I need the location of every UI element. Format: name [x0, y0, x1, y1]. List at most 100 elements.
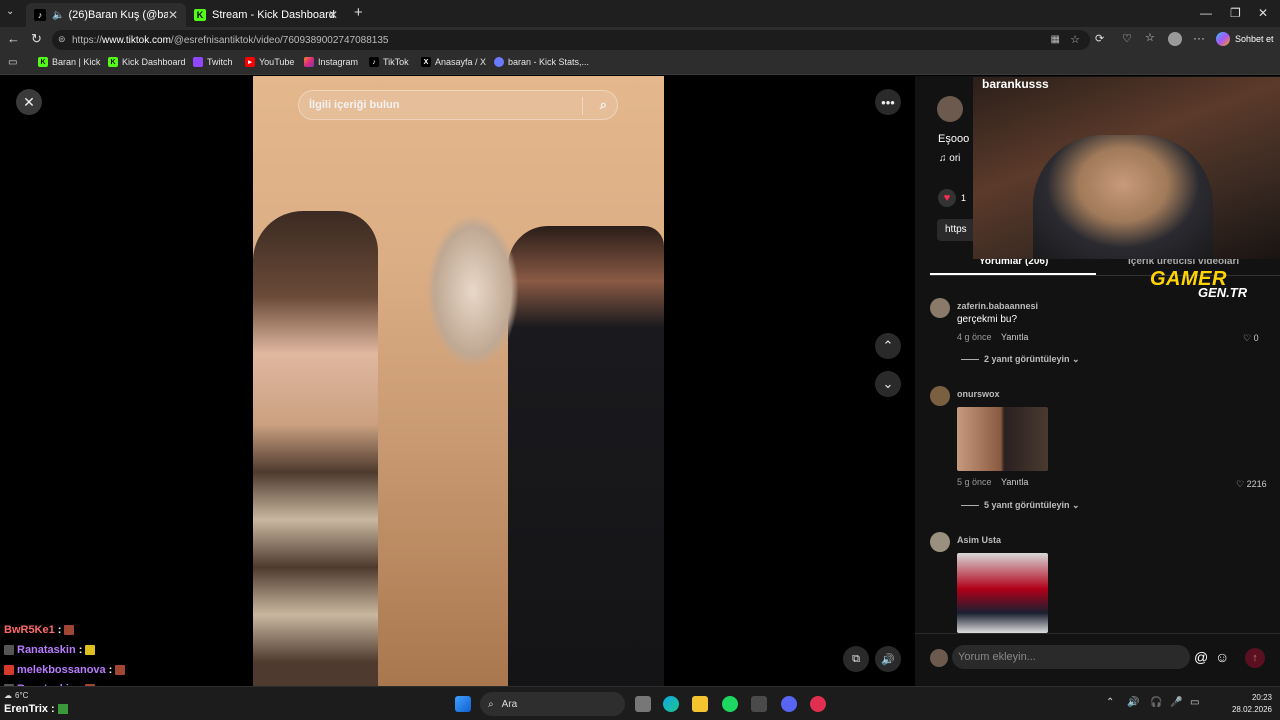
close-window-icon[interactable]: ✕ — [1258, 6, 1268, 20]
bookmark-youtube[interactable]: ▸ YouTube — [245, 57, 294, 67]
opera-gx-icon[interactable] — [810, 696, 826, 712]
comment-image[interactable] — [957, 553, 1048, 633]
more-menu-icon[interactable]: ··· — [1193, 31, 1205, 45]
new-tab-button[interactable]: + — [354, 4, 363, 21]
comment-username[interactable]: onurswox — [957, 389, 1000, 399]
reload-icon[interactable]: ↻ — [31, 31, 42, 47]
pip-button[interactable]: ⧉ — [843, 646, 869, 672]
streamer-webcam: barankusss — [973, 77, 1280, 259]
tiktok-icon: ♪ — [369, 57, 379, 67]
reply-button[interactable]: Yanıtla — [1001, 332, 1028, 342]
discord-icon[interactable] — [781, 696, 797, 712]
mic-icon[interactable]: 🎤 — [1170, 697, 1182, 708]
post-comment-button[interactable]: ↑ — [1245, 648, 1265, 668]
user-avatar — [930, 649, 948, 667]
close-video-button[interactable]: ✕ — [16, 89, 42, 115]
app-icon[interactable]: ▦ — [1051, 34, 1060, 45]
restore-icon[interactable]: ❐ — [1230, 6, 1241, 20]
comment-input[interactable]: Yorum ekleyin... — [952, 645, 1190, 669]
bookmark-x[interactable]: X Anasayfa / X — [421, 57, 486, 67]
weather-widget[interactable]: ☁ 6°C — [4, 691, 28, 700]
sound-line[interactable]: ♫ ori — [939, 153, 960, 164]
bookmark-label: Anasayfa / X — [435, 57, 487, 67]
bookmark-kick-dashboard[interactable]: K Kick Dashboard — [108, 57, 186, 67]
comment-input-divider — [915, 633, 1280, 634]
mention-icon[interactable]: @ — [1194, 649, 1208, 665]
sound-name: ori — [949, 153, 961, 164]
more-options-button[interactable]: ••• — [875, 89, 901, 115]
tab-list-chevron-icon[interactable]: ⌄ — [6, 6, 14, 17]
search-icon[interactable]: ⌕ — [600, 97, 607, 113]
streamer-name: barankusss — [982, 77, 1049, 91]
app-icon[interactable] — [751, 696, 767, 712]
extensions-icon[interactable]: ⟳ — [1095, 32, 1104, 45]
weather-icon: ☁ — [4, 691, 12, 700]
close-tab-icon[interactable]: ✕ — [328, 8, 338, 22]
url-host: www.tiktok.com — [102, 34, 171, 46]
comment-username[interactable]: zaferin.babaannesi — [957, 301, 1038, 311]
favorite-star-icon[interactable]: ☆ — [1070, 33, 1080, 46]
volume-button[interactable]: 🔊 — [875, 646, 901, 672]
avatar[interactable] — [930, 532, 950, 552]
share-link-text: https — [945, 224, 967, 235]
avatar[interactable] — [930, 298, 950, 318]
bookmark-twitch[interactable]: Twitch — [193, 57, 233, 67]
view-replies-button[interactable]: —— 5 yanıt görüntüleyin ⌄ — [961, 500, 1080, 511]
previous-video-button[interactable]: ⌃ — [875, 333, 901, 359]
favorites-icon[interactable]: ☆ — [1145, 31, 1155, 44]
tab-actions-icon[interactable]: ▭ — [8, 57, 17, 68]
edge-icon[interactable] — [663, 696, 679, 712]
time-display[interactable]: 20:23 28.02.2026 — [1228, 692, 1272, 716]
next-video-button[interactable]: ⌄ — [875, 371, 901, 397]
tab-tiktok[interactable]: ♪ 🔈 (26)Baran Kuş (@barankusss) ✕ — [26, 3, 186, 27]
windows-start-icon[interactable] — [455, 696, 471, 712]
comment-username[interactable]: Asim Usta — [957, 535, 1001, 545]
chat-username: Ranataskin — [17, 644, 76, 656]
bookmark-label: Twitch — [207, 57, 233, 67]
weather-temp: 6°C — [15, 691, 29, 700]
task-view-icon[interactable] — [635, 696, 651, 712]
creator-avatar[interactable] — [937, 96, 963, 122]
twitch-icon — [193, 57, 203, 67]
copilot-button[interactable]: Sohbet et — [1216, 32, 1274, 46]
comment-placeholder: Yorum ekleyin... — [958, 651, 1036, 663]
tray-chevron-icon[interactable]: ⌃ — [1106, 697, 1114, 708]
comment-image[interactable] — [957, 407, 1048, 471]
url-path: /@esrefnisantiktok/video/760938900274708… — [170, 34, 389, 46]
browser-essentials-icon[interactable]: ♡ — [1122, 32, 1132, 45]
bookmark-label: Kick Dashboard — [122, 57, 186, 67]
reply-button[interactable]: Yanıtla — [1001, 477, 1028, 487]
emoji-icon[interactable]: ☺ — [1215, 649, 1229, 665]
related-content-search[interactable]: İlgili içeriği bulun ⌕ — [298, 90, 618, 120]
network-icon[interactable]: ▭ — [1190, 697, 1199, 708]
close-tab-icon[interactable]: ✕ — [168, 8, 178, 22]
profile-avatar[interactable] — [1168, 32, 1182, 46]
avatar[interactable] — [930, 386, 950, 406]
bookmark-baran-kick[interactable]: K Baran | Kick — [38, 57, 100, 67]
taskbar-search-label: Ara — [501, 698, 518, 710]
speaker-icon[interactable]: 🔈 — [52, 10, 64, 21]
spotify-icon[interactable] — [722, 696, 738, 712]
file-explorer-icon[interactable] — [692, 696, 708, 712]
minimize-icon[interactable]: — — [1200, 6, 1212, 20]
taskbar-search[interactable]: ⌕ Ara — [480, 692, 625, 716]
comment-likes[interactable]: ♡ 0 — [1243, 333, 1259, 344]
heart-outline-icon: ♡ — [1243, 333, 1254, 343]
view-replies-button[interactable]: —— 2 yanıt görüntüleyin ⌄ — [961, 354, 1080, 365]
bookmark-instagram[interactable]: Instagram — [304, 57, 358, 67]
address-bar[interactable]: ⊜ https://www.tiktok.com/@esrefnisantikt… — [52, 30, 1090, 50]
volume-tray-icon[interactable]: 🔊 — [1127, 697, 1139, 708]
video-player[interactable]: İlgili içeriği bulun ⌕ — [253, 76, 664, 686]
bookmark-tiktok[interactable]: ♪ TikTok — [369, 57, 409, 67]
headset-icon[interactable]: 🎧 — [1150, 697, 1162, 708]
site-info-icon[interactable]: ⊜ — [58, 34, 66, 45]
back-icon[interactable]: ← — [7, 31, 20, 46]
emote-icon — [57, 704, 68, 714]
comment-likes[interactable]: ♡ 2216 — [1236, 479, 1267, 490]
badge-icon — [4, 665, 14, 675]
like-heart-icon[interactable]: ♥ — [938, 189, 956, 207]
emote-icon — [64, 625, 75, 635]
tab-kick-dashboard[interactable]: K Stream - Kick Dashboard ✕ — [186, 3, 346, 27]
bookmark-kick-stats[interactable]: baran - Kick Stats,... — [494, 57, 589, 67]
stats-icon — [494, 57, 504, 67]
